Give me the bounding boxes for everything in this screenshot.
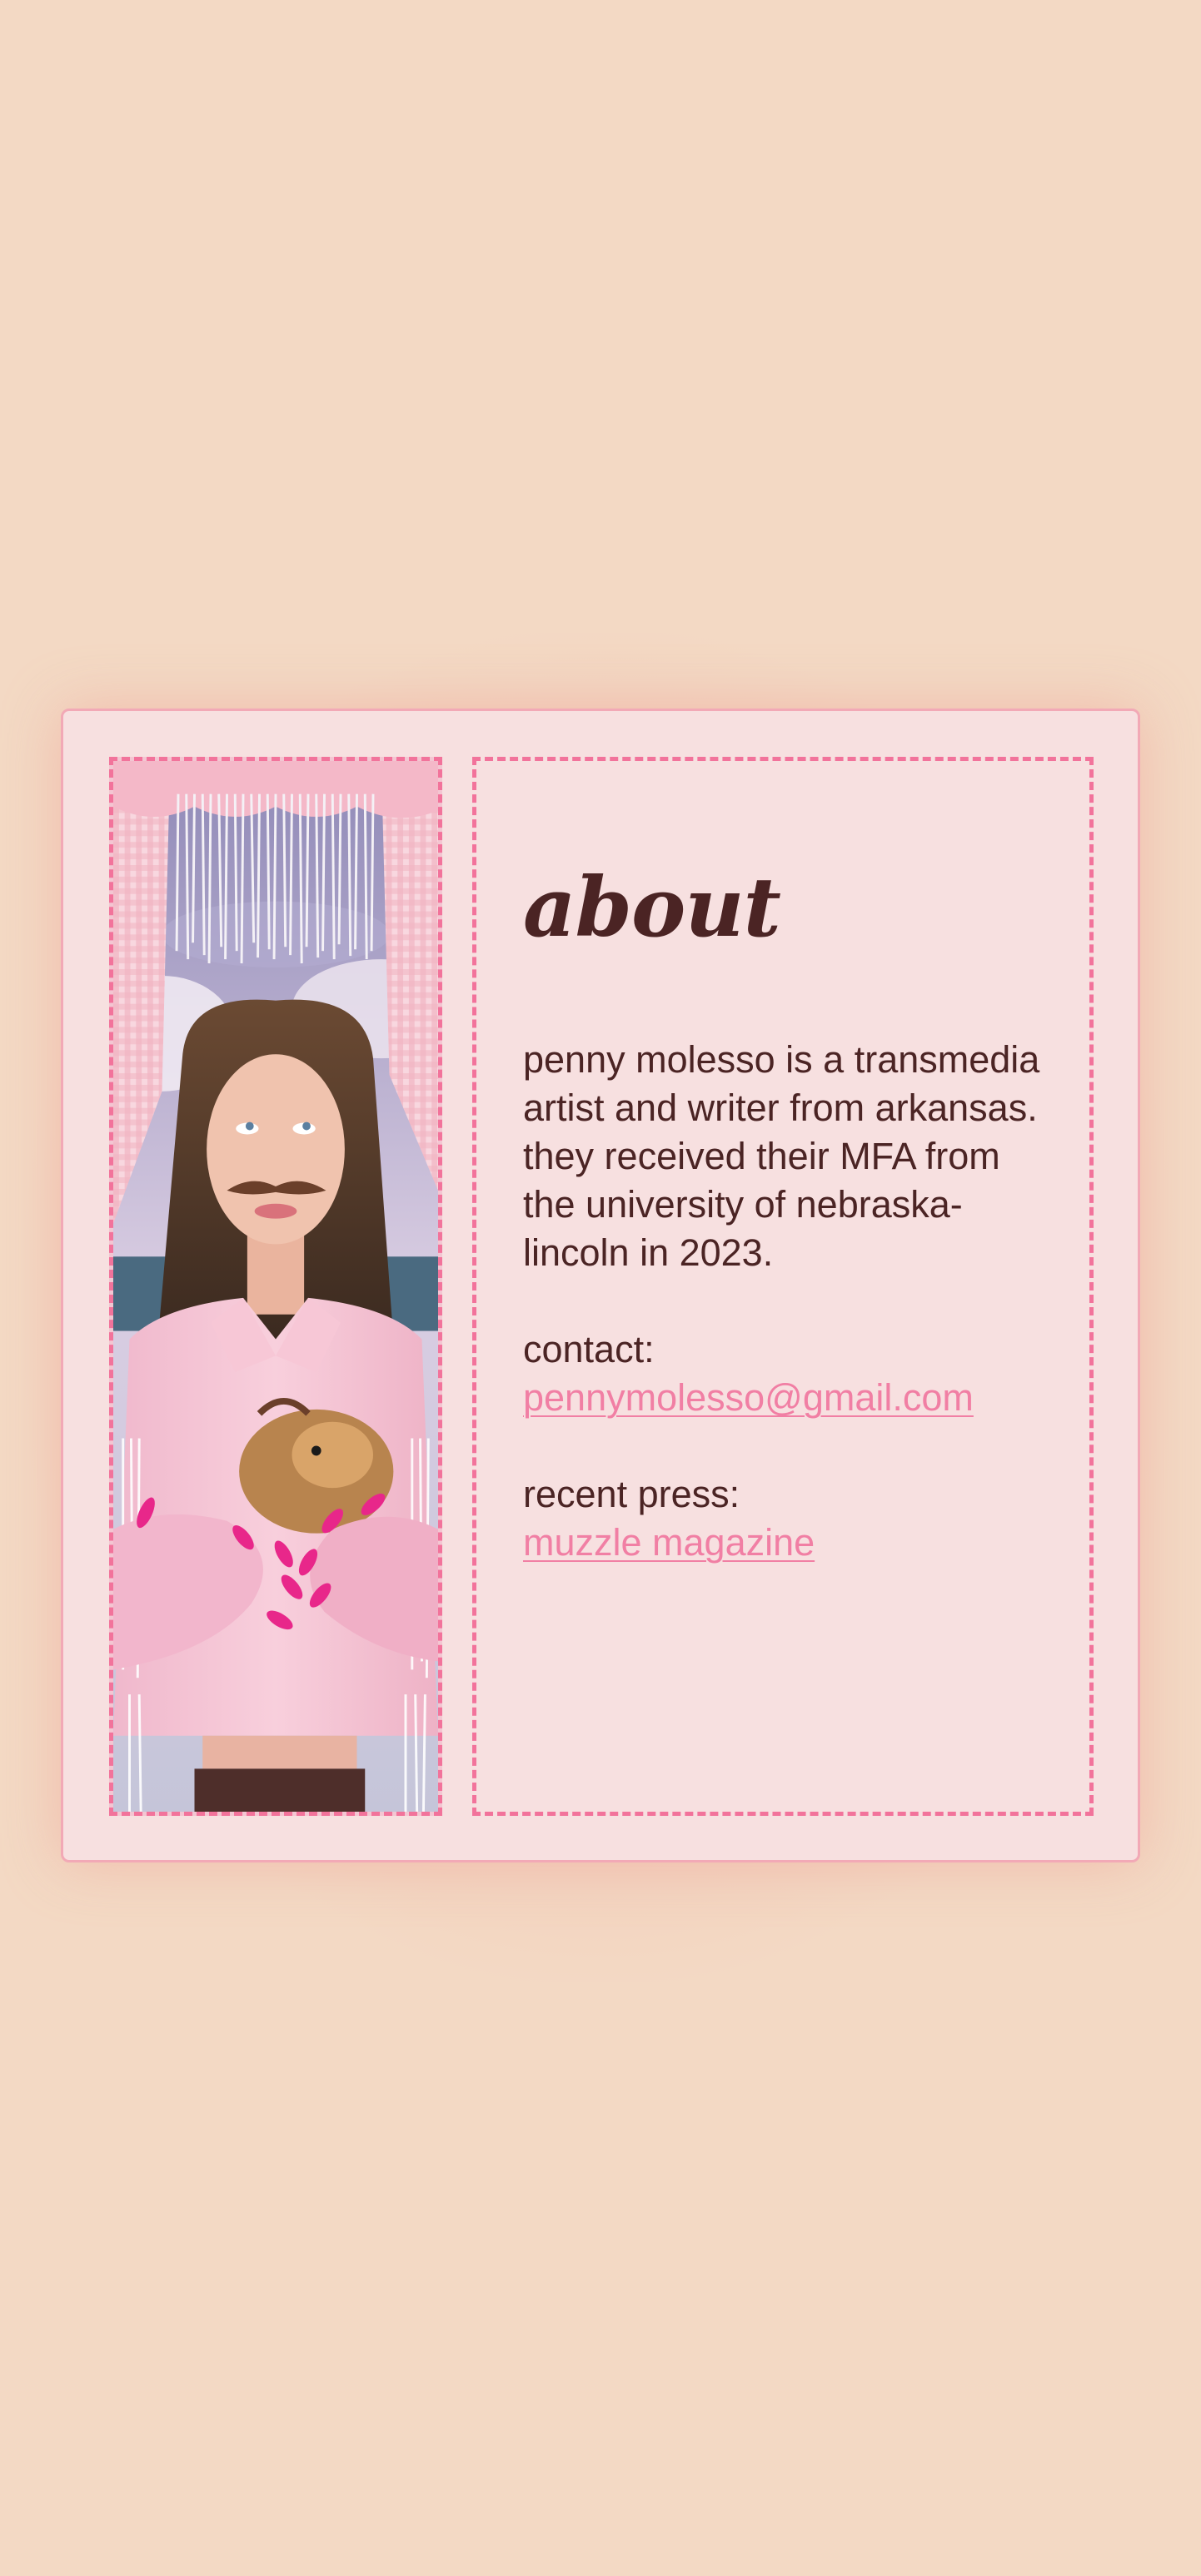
bio-text: penny molesso is a transmedia artist and… <box>523 1038 1040 1274</box>
contact-section: contact: pennymolesso@gmail.com <box>523 1325 1044 1422</box>
about-text-panel: about penny molesso is a transmedia arti… <box>472 757 1094 1816</box>
about-card: about penny molesso is a transmedia arti… <box>61 709 1140 1862</box>
press-label: recent press: <box>523 1473 740 1515</box>
press-section: recent press: muzzle magazine <box>523 1470 1044 1567</box>
contact-label: contact: <box>523 1328 655 1370</box>
contact-email-link[interactable]: pennymolesso@gmail.com <box>523 1376 974 1419</box>
press-link[interactable]: muzzle magazine <box>523 1521 815 1564</box>
page-title: about <box>523 860 781 956</box>
portrait-photo <box>109 757 442 1816</box>
